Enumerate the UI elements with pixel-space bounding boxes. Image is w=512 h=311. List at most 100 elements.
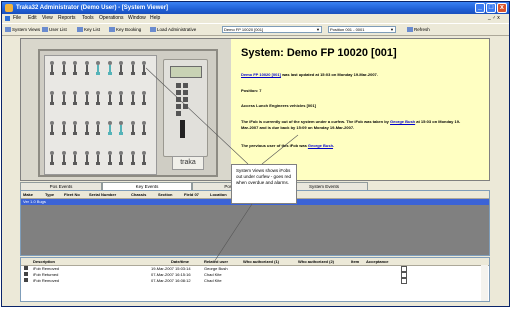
table-row[interactable]: iFob Removed 07-Mar-2007 16:08:12 Chad K… bbox=[21, 278, 489, 284]
taken-by-user-link[interactable]: George Bush bbox=[390, 119, 415, 124]
ifob-receptor[interactable] bbox=[141, 61, 147, 77]
ifob-receptor[interactable] bbox=[107, 151, 113, 167]
col-field-07[interactable]: Field 07 bbox=[184, 191, 199, 198]
col-who-authorized-1[interactable]: Who authorized (1) bbox=[243, 258, 279, 265]
ifob-receptor[interactable] bbox=[107, 61, 113, 77]
access-text: Access Lunch Engineers vehicles [001] bbox=[241, 103, 316, 108]
user-list-label: User List bbox=[49, 27, 67, 32]
ifob-receptor[interactable] bbox=[118, 151, 124, 167]
ifob-receptor[interactable] bbox=[61, 121, 67, 137]
menu-edit[interactable]: Edit bbox=[28, 14, 37, 23]
col-datetime[interactable]: Date/time bbox=[171, 258, 189, 265]
menu-help[interactable]: Help bbox=[150, 14, 160, 23]
ifob-receptor[interactable] bbox=[49, 91, 55, 107]
system-select-value: Demo FP 10020 [001] bbox=[224, 27, 264, 32]
grid-empty-area bbox=[21, 205, 489, 255]
col-serial-number[interactable]: Serial Number bbox=[89, 191, 116, 198]
menu-view[interactable]: View bbox=[42, 14, 53, 23]
key-list-button[interactable]: Key List bbox=[77, 24, 100, 35]
col-related-user[interactable]: Related user bbox=[204, 258, 228, 265]
keypad bbox=[175, 82, 195, 116]
col-description[interactable]: Description bbox=[33, 258, 55, 265]
system-views-button[interactable]: System Views bbox=[5, 24, 40, 35]
last-updated-rest: was last updated at 15:03 on Monday 19-M… bbox=[280, 72, 378, 77]
previous-user-start: The previous user of this iFob was bbox=[241, 143, 308, 148]
col-make[interactable]: Make bbox=[23, 191, 33, 198]
system-link[interactable]: Demo FP 10020 [001] bbox=[241, 72, 281, 77]
ifob-receptor[interactable] bbox=[95, 61, 101, 77]
menu-window[interactable]: Window bbox=[128, 14, 146, 23]
user-list-button[interactable]: User List bbox=[42, 24, 67, 35]
cabinet-image-area: traka bbox=[21, 39, 231, 180]
ifob-receptor[interactable] bbox=[72, 121, 78, 137]
key-booking-button[interactable]: Key Booking bbox=[109, 24, 141, 35]
ifob-receptor[interactable] bbox=[84, 61, 90, 77]
col-location[interactable]: Location bbox=[210, 191, 227, 198]
ifob-receptor[interactable] bbox=[84, 151, 90, 167]
refresh-button[interactable]: Refresh bbox=[407, 24, 430, 35]
key-booking-label: Key Booking bbox=[116, 27, 142, 32]
ifob-receptor[interactable] bbox=[95, 91, 101, 107]
ifob-receptor[interactable] bbox=[61, 151, 67, 167]
ifob-receptor[interactable] bbox=[72, 151, 78, 167]
minimize-button[interactable]: _ bbox=[475, 3, 485, 13]
ifob-receptor[interactable] bbox=[130, 61, 136, 77]
col-item[interactable]: Item bbox=[351, 258, 359, 265]
ifob-receptor[interactable] bbox=[84, 121, 90, 137]
ifob-receptor[interactable] bbox=[49, 121, 55, 137]
mdi-controls[interactable]: _ ♂ x bbox=[488, 14, 500, 23]
title-bar: Traka32 Administrator (Demo User) - [Sys… bbox=[2, 2, 509, 14]
col-fleet-no[interactable]: Fleet No bbox=[64, 191, 80, 198]
ifob-receptor[interactable] bbox=[95, 151, 101, 167]
ifob-receptor[interactable] bbox=[72, 61, 78, 77]
col-type[interactable]: Type bbox=[45, 191, 54, 198]
ifob-receptor[interactable] bbox=[130, 121, 136, 137]
col-who-authorized-2[interactable]: Who authorized (2) bbox=[298, 258, 334, 265]
tab-key-events[interactable]: Key Events bbox=[102, 182, 192, 190]
ifob-receptor[interactable] bbox=[49, 61, 55, 77]
ifob-receptor[interactable] bbox=[72, 91, 78, 107]
ifob-receptor[interactable] bbox=[118, 91, 124, 107]
ifob-receptor[interactable] bbox=[141, 91, 147, 107]
close-button[interactable]: x bbox=[497, 3, 507, 13]
ifob-receptor[interactable] bbox=[49, 151, 55, 167]
ifob-receptor[interactable] bbox=[107, 121, 113, 137]
event-user: Chad Kite bbox=[204, 278, 222, 283]
tab-pos-events[interactable]: Pos Events bbox=[20, 182, 102, 190]
info-panel: System: Demo FP 10020 [001] Demo FP 1002… bbox=[231, 39, 489, 180]
col-chassis[interactable]: Chassis bbox=[131, 191, 146, 198]
menu-operations[interactable]: Operations bbox=[99, 14, 123, 23]
system-select[interactable]: Demo FP 10020 [001] ▼ bbox=[222, 26, 322, 33]
ifob-receptor[interactable] bbox=[118, 121, 124, 137]
event-datetime: 07-Mar-2007 16:08:12 bbox=[151, 278, 191, 283]
ifob-receptor[interactable] bbox=[130, 91, 136, 107]
traka-app-icon bbox=[5, 4, 13, 12]
load-administrative-label: Load Administrative bbox=[157, 27, 197, 32]
load-administrative-button[interactable]: Load Administrative bbox=[150, 24, 196, 35]
events-header: Description Date/time Related user Who a… bbox=[21, 258, 489, 266]
ifob-receptor[interactable] bbox=[84, 91, 90, 107]
acceptance-checkbox[interactable] bbox=[401, 278, 407, 284]
annotation-callout: System Views shows iFobs out under curfe… bbox=[231, 164, 297, 204]
ifob-receptor[interactable] bbox=[95, 121, 101, 137]
maximize-button[interactable]: □ bbox=[486, 3, 496, 13]
ifob-receptor[interactable] bbox=[130, 151, 136, 167]
events-scrollbar[interactable] bbox=[481, 265, 488, 301]
ifob-receptor[interactable] bbox=[141, 151, 147, 167]
menu-file[interactable]: File bbox=[13, 14, 21, 23]
ifob-receptor[interactable] bbox=[107, 91, 113, 107]
position-select[interactable]: Position 001 - 0001 ▼ bbox=[328, 26, 396, 33]
col-section[interactable]: Section bbox=[158, 191, 172, 198]
key-list-label: Key List bbox=[84, 27, 101, 32]
menu-tools[interactable]: Tools bbox=[82, 14, 94, 23]
application-window: Traka32 Administrator (Demo User) - [Sys… bbox=[1, 1, 510, 307]
curfew-text-start: The iFob is currently out of the system … bbox=[241, 119, 390, 124]
window-title: Traka32 Administrator (Demo User) - [Sys… bbox=[16, 5, 169, 11]
ifob-receptor[interactable] bbox=[61, 61, 67, 77]
ifob-receptor[interactable] bbox=[61, 91, 67, 107]
ifob-receptor[interactable] bbox=[141, 121, 147, 137]
previous-user-link[interactable]: George Bush bbox=[308, 143, 333, 148]
menu-reports[interactable]: Reports bbox=[58, 14, 76, 23]
ifob-receptor[interactable] bbox=[118, 61, 124, 77]
col-acceptance[interactable]: Acceptance bbox=[366, 258, 388, 265]
